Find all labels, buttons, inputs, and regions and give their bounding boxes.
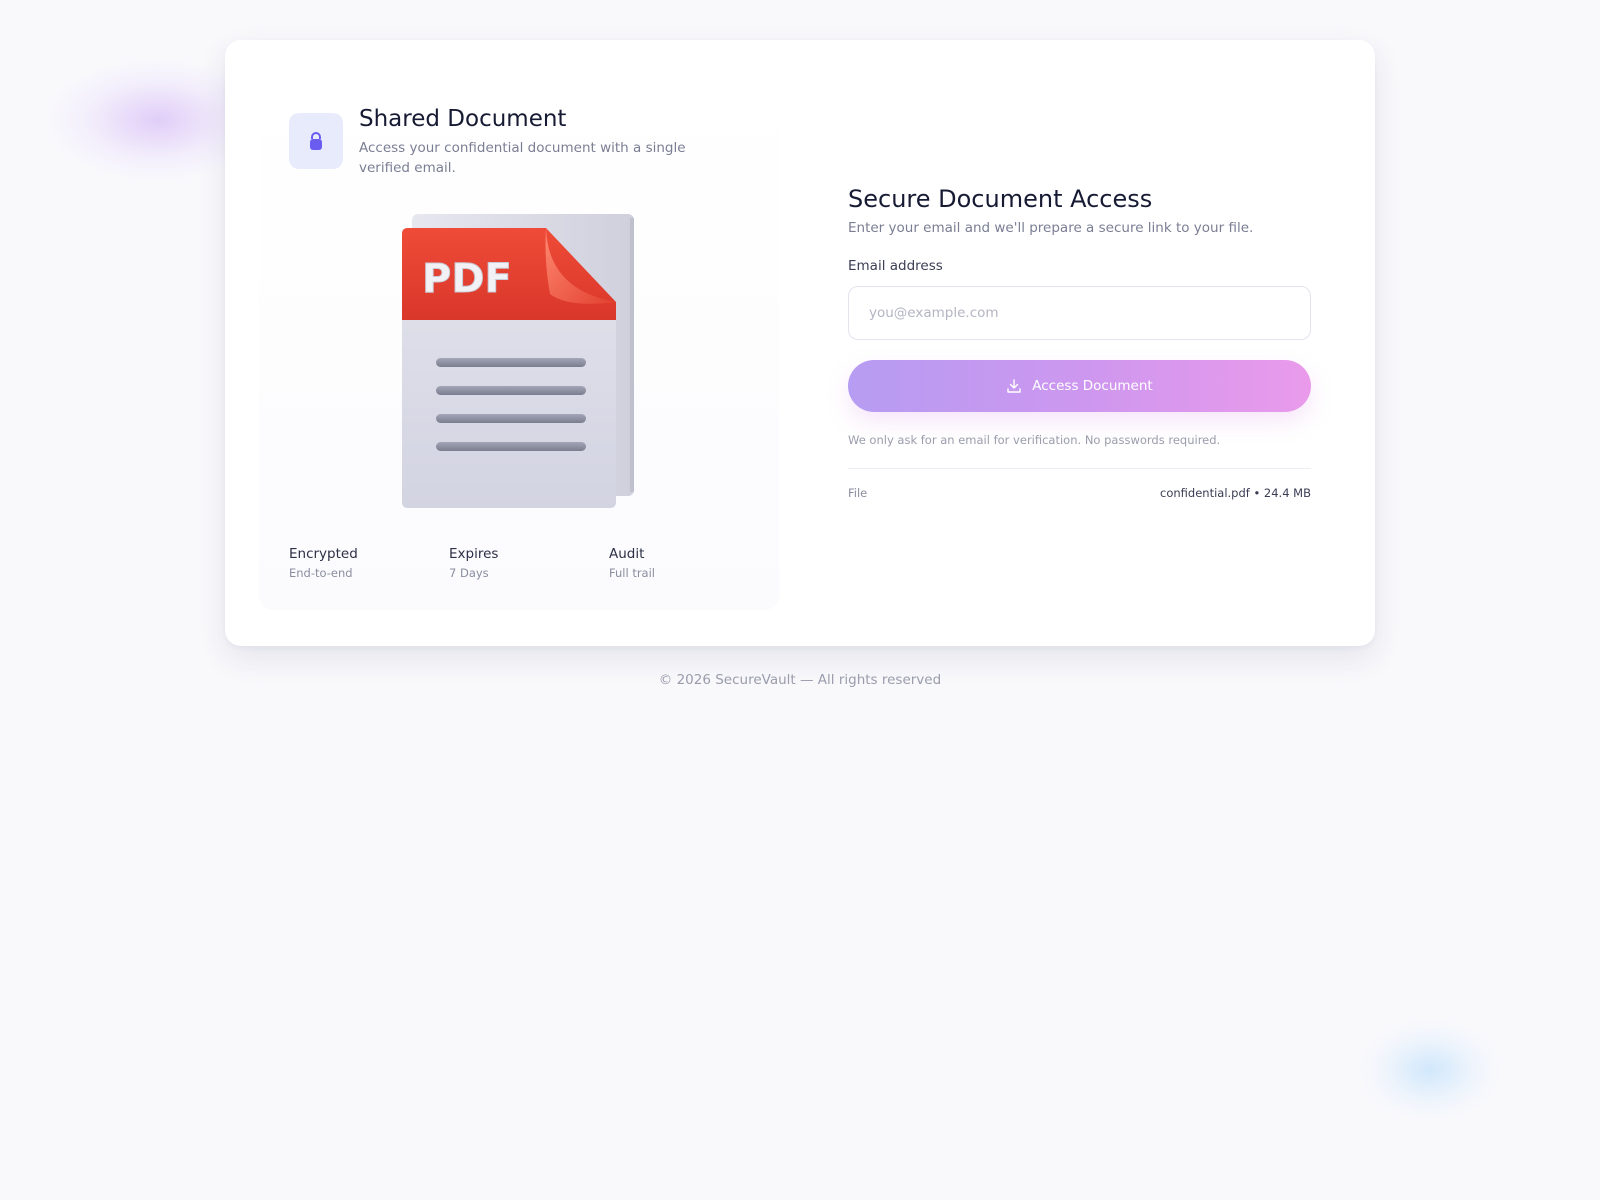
email-label: Email address xyxy=(848,258,943,274)
file-info: confidential.pdf • 24.4 MB xyxy=(1160,486,1311,500)
page-subtitle: Access your confidential document with a… xyxy=(359,140,686,176)
pdf-badge-text: PDF xyxy=(422,256,512,302)
file-label: File xyxy=(848,486,868,500)
email-input[interactable] xyxy=(848,286,1311,340)
form-title: Secure Document Access xyxy=(848,185,1153,213)
feature-label: Audit xyxy=(609,546,645,562)
feature-value: Full trail xyxy=(609,566,655,580)
lock-tile xyxy=(289,113,343,169)
access-document-label: Access Document xyxy=(1032,378,1153,394)
feature-value: End-to-end xyxy=(289,566,353,580)
pdf-file-icon: PDF xyxy=(402,214,634,508)
access-card: Shared Document Access your confidential… xyxy=(225,40,1375,646)
feature-label: Encrypted xyxy=(289,546,358,562)
feature-expires: Expires 7 Days xyxy=(449,546,498,580)
divider xyxy=(848,468,1311,469)
feature-label: Expires xyxy=(449,546,499,562)
pdf-file-illustration: PDF xyxy=(398,212,638,526)
feature-value: 7 Days xyxy=(449,566,489,580)
page: Shared Document Access your confidential… xyxy=(0,0,1600,1200)
lock-icon xyxy=(310,132,322,150)
download-icon xyxy=(1007,379,1021,393)
access-document-button[interactable]: Access Document xyxy=(848,360,1311,412)
background-glow-blue xyxy=(1360,1020,1500,1120)
form-subtitle: Enter your email and we'll prepare a sec… xyxy=(848,220,1254,236)
verification-note: We only ask for an email for verificatio… xyxy=(848,433,1221,447)
page-title: Shared Document xyxy=(359,106,567,132)
feature-audit: Audit Full trail xyxy=(609,546,655,580)
feature-encrypted: Encrypted End-to-end xyxy=(289,546,358,580)
footer-copyright: © 2026 SecureVault — All rights reserved xyxy=(658,672,942,688)
